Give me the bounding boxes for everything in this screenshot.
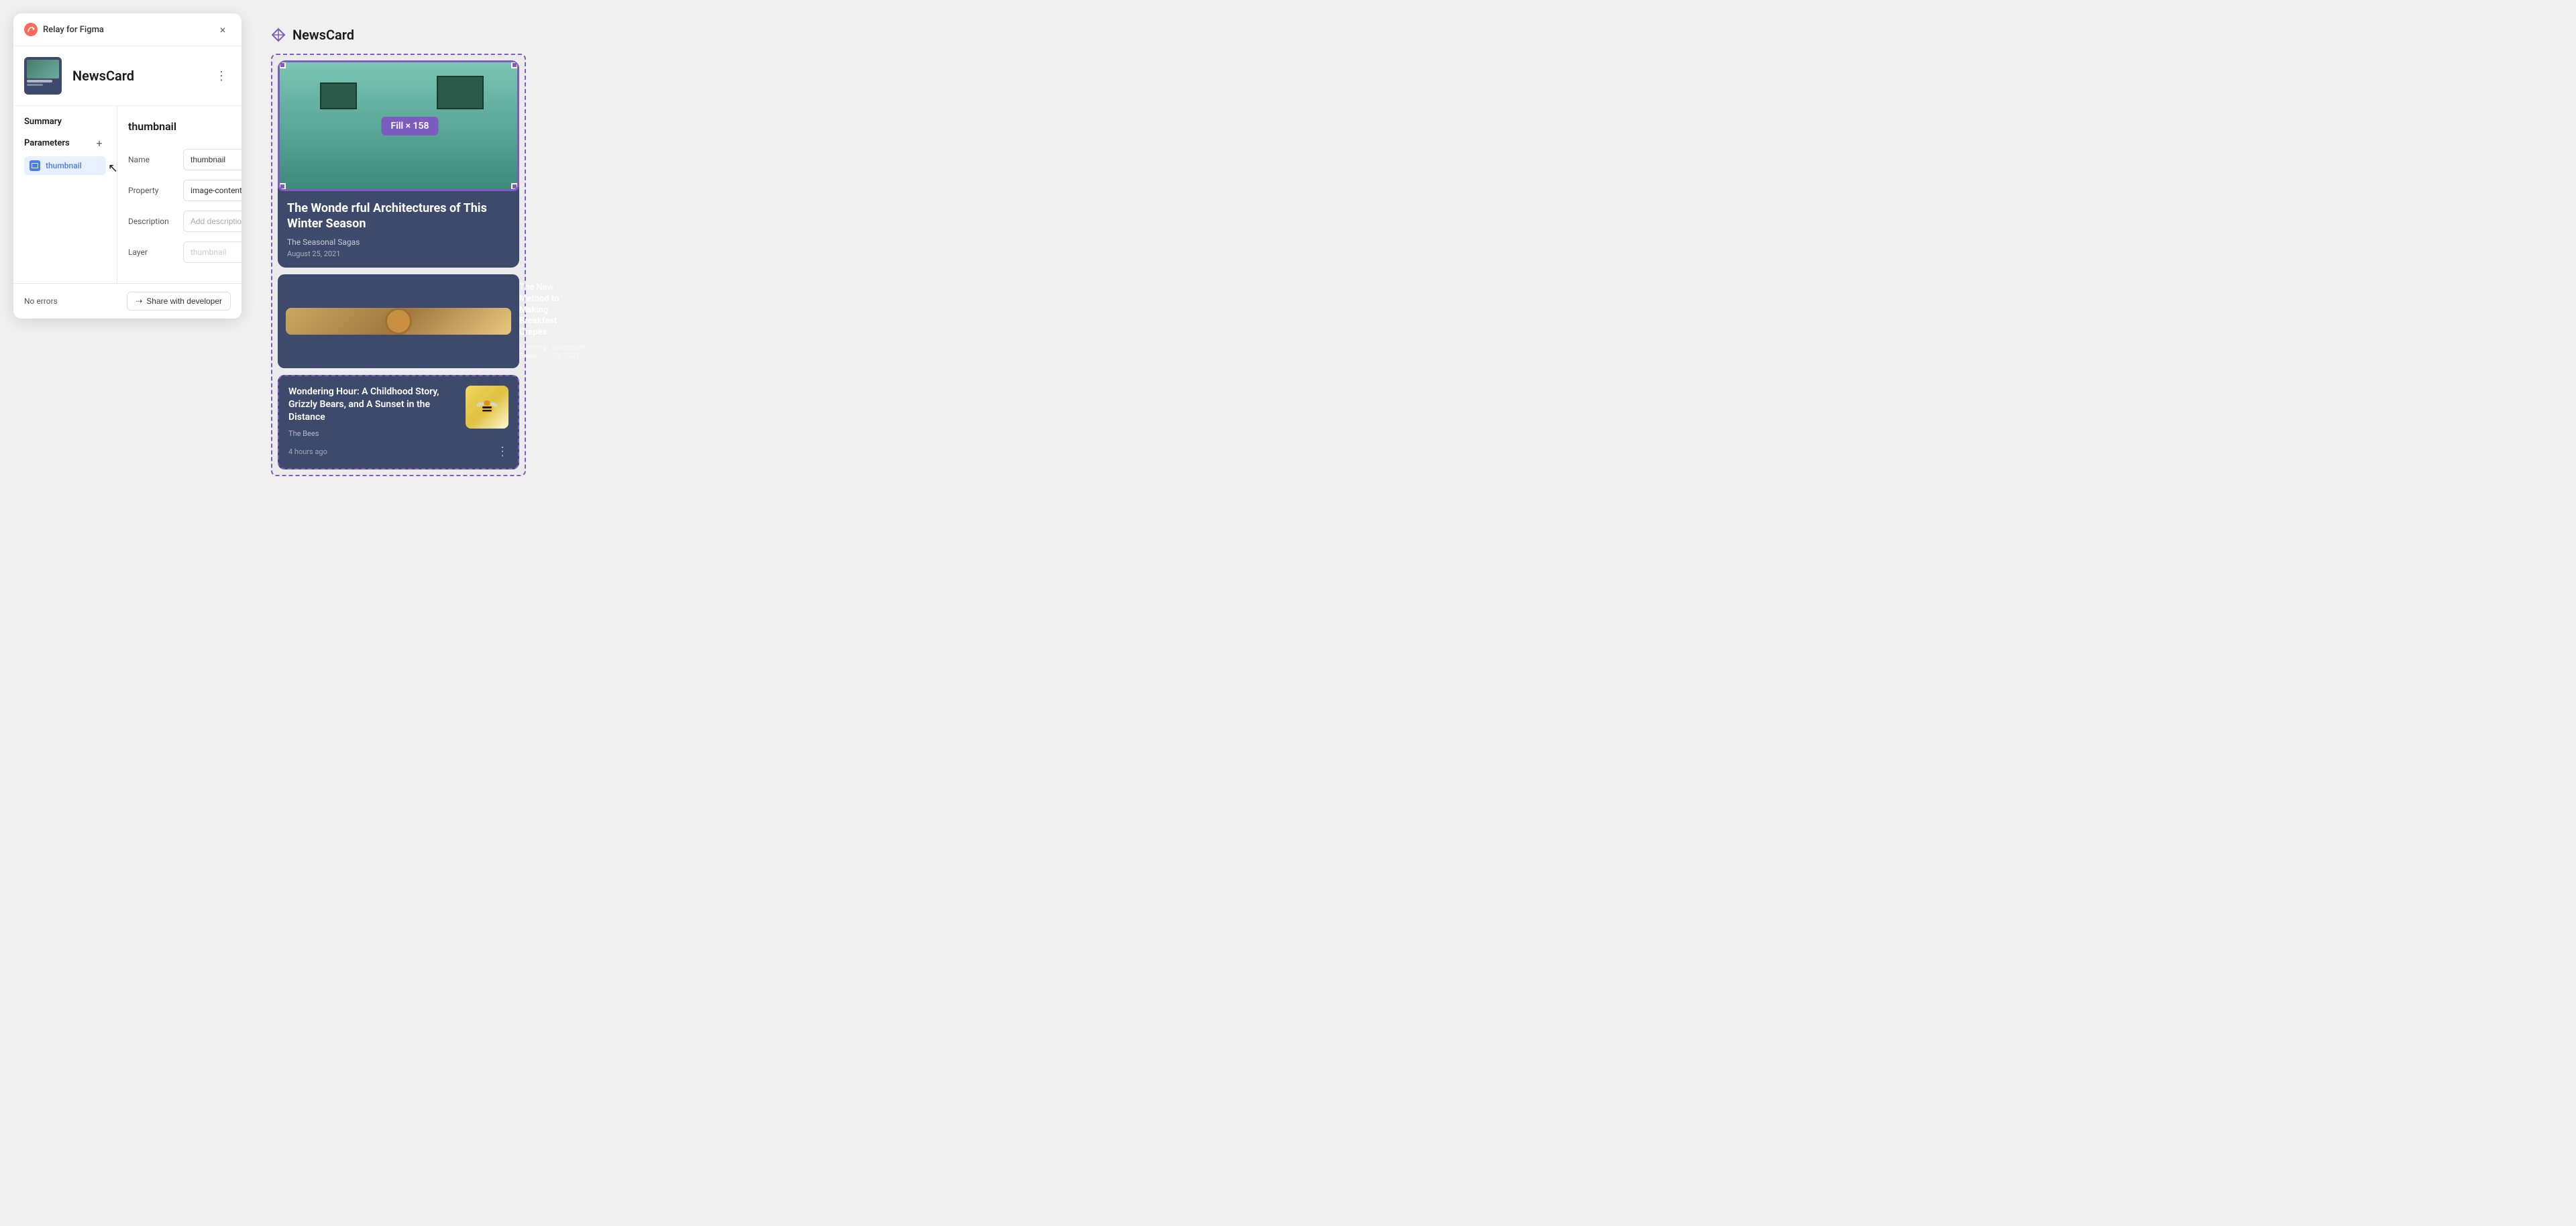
name-field-row: Name — [128, 149, 241, 170]
summary-label: Summary — [24, 117, 106, 127]
crepes-thumbnail — [286, 308, 511, 335]
description-input[interactable] — [183, 211, 241, 232]
layer-label: Layer — [128, 247, 176, 257]
crepes-source: Morning Break — [519, 343, 547, 360]
fill-tooltip: Fill × 158 — [382, 117, 439, 135]
component-preview: NewsCard ⋮ — [13, 46, 241, 106]
building-window-1 — [320, 82, 357, 109]
thumb-img — [27, 60, 59, 78]
detail-title: thumbnail — [128, 120, 176, 133]
canvas-area: NewsCard — [258, 13, 2563, 490]
third-card-bees: Wondering Hour: A Childhood Story, Grizz… — [278, 375, 519, 469]
crepes-date: November 10, 2021 — [552, 343, 586, 360]
featured-source: The Seasonal Sagas — [287, 237, 510, 247]
description-field-row: Description — [128, 211, 241, 232]
property-label: Property — [128, 186, 176, 195]
property-value: image-content — [191, 186, 241, 195]
featured-card: Fill × 158 The Wonde rful Architectures … — [278, 60, 519, 268]
description-label: Description — [128, 217, 176, 226]
parameters-label: Parameters — [24, 138, 70, 148]
property-field-row: Property image-content ▾ — [128, 180, 241, 201]
panel-title-row: Relay for Figma — [24, 23, 104, 36]
layer-value: thumbnail — [191, 247, 226, 257]
newscard-wrapper: Fill × 158 The Wonde rful Architectures … — [271, 54, 526, 476]
third-card-row: Wondering Hour: A Childhood Story, Grizz… — [288, 386, 508, 438]
featured-date: August 25, 2021 — [287, 249, 510, 258]
params-header: Parameters + — [24, 136, 106, 150]
crepes-title: The New Method to Making Breakfast Crepe… — [519, 282, 586, 339]
bee-thumbnail — [466, 386, 508, 429]
parameter-name: thumbnail — [46, 161, 82, 170]
bee-image — [474, 394, 500, 421]
component-thumbnail — [24, 57, 62, 95]
component-more-button[interactable]: ⋮ — [212, 66, 231, 85]
more-options-button[interactable]: ⋮ — [496, 445, 508, 459]
featured-title: The Wonde rful Architectures of This Win… — [287, 201, 510, 232]
property-select[interactable]: image-content ▾ — [183, 180, 241, 201]
crepe-image — [385, 308, 412, 335]
share-label: Share with developer — [146, 296, 222, 306]
bees-title: Wondering Hour: A Childhood Story, Grizz… — [288, 386, 458, 424]
parameter-icon — [30, 160, 40, 171]
add-parameter-button[interactable]: + — [93, 136, 106, 150]
detail-header: thumbnail — [128, 117, 241, 135]
panel-header: Relay for Figma × — [13, 13, 241, 46]
thumb-line-1 — [27, 80, 52, 82]
left-column: Summary Parameters + thumbnail ↖ — [13, 106, 117, 283]
share-button[interactable]: ⇢ Share with developer — [127, 292, 231, 311]
component-canvas-icon — [271, 27, 286, 42]
crepes-meta: Morning Break November 10, 2021 — [519, 343, 586, 360]
thumb-line-2 — [27, 84, 43, 86]
third-card-footer: 4 hours ago ⋮ — [288, 445, 508, 459]
bees-content: Wondering Hour: A Childhood Story, Grizz… — [288, 386, 458, 438]
bees-time: 4 hours ago — [288, 447, 327, 456]
featured-image: Fill × 158 — [278, 60, 519, 191]
featured-content: The Wonde rful Architectures of This Win… — [278, 191, 519, 268]
panel-content: Summary Parameters + thumbnail ↖ thumbna… — [13, 106, 241, 283]
bees-source: The Bees — [288, 429, 458, 438]
no-errors-label: No errors — [24, 296, 58, 306]
newscard-inner: Fill × 158 The Wonde rful Architectures … — [278, 60, 519, 469]
relay-logo-icon — [24, 23, 38, 36]
panel-title: Relay for Figma — [43, 25, 104, 35]
cursor-arrow-icon: ↖ — [108, 162, 118, 176]
layer-field-row: Layer thumbnail ⊕ — [128, 241, 241, 263]
image-icon — [32, 163, 38, 168]
parameter-item-thumbnail[interactable]: thumbnail ↖ — [24, 156, 106, 175]
building-window-2 — [437, 76, 484, 109]
crepes-content: The New Method to Making Breakfast Crepe… — [519, 282, 586, 360]
name-input[interactable] — [183, 149, 241, 170]
left-panel: Relay for Figma × NewsCard ⋮ Summary Par… — [13, 13, 241, 319]
panel-footer: No errors ⇢ Share with developer — [13, 283, 241, 319]
close-button[interactable]: × — [215, 21, 231, 38]
layer-field: thumbnail ⊕ — [183, 241, 241, 263]
share-icon: ⇢ — [136, 296, 142, 306]
canvas-header: NewsCard — [271, 27, 2549, 43]
canvas-title: NewsCard — [292, 27, 354, 43]
component-name: NewsCard — [72, 68, 134, 84]
right-column: thumbnail Name Property — [117, 106, 241, 283]
small-card-crepes: The New Method to Making Breakfast Crepe… — [278, 274, 519, 368]
name-label: Name — [128, 155, 176, 164]
